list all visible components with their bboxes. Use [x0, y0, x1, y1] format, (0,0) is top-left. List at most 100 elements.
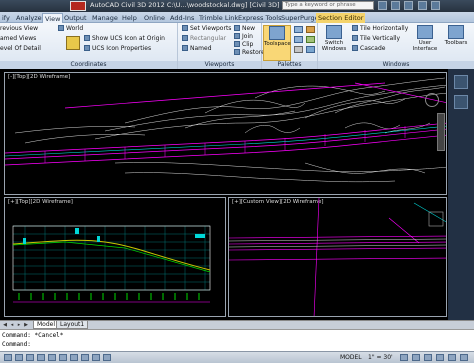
- ucs-axis-icon[interactable]: [66, 36, 80, 50]
- clean-screen-icon[interactable]: [460, 354, 468, 361]
- restore-viewport-button[interactable]: Restore: [234, 49, 265, 57]
- windows-group: Switch Windows Tile Horizontally Tile Ve…: [318, 23, 474, 69]
- tab-section-editor[interactable]: Section Editor: [316, 13, 366, 23]
- tab-express-tools[interactable]: Express Tools: [236, 13, 283, 23]
- tab-superpurge[interactable]: SuperPurge: [279, 13, 321, 23]
- profile-grid: [13, 225, 210, 291]
- custom-alignment-lines: [229, 198, 446, 316]
- star-icon[interactable]: [404, 1, 414, 10]
- last-tab-icon[interactable]: ▶: [23, 322, 29, 328]
- otrack-icon[interactable]: [59, 354, 67, 361]
- snap-icon[interactable]: [4, 354, 12, 361]
- grid-icon[interactable]: [15, 354, 23, 361]
- osnap-icon[interactable]: [48, 354, 56, 361]
- set-viewports-label: Set Viewports: [190, 25, 232, 32]
- custom-cyan-line: [413, 202, 446, 223]
- set-viewports-button[interactable]: Set Viewports: [182, 25, 231, 33]
- named-viewports-button[interactable]: Named: [182, 45, 212, 53]
- sheet-set-icon[interactable]: [306, 36, 315, 43]
- prev-tab-icon[interactable]: ◂: [9, 322, 15, 328]
- tab-add-ins[interactable]: Add-Ins: [168, 13, 196, 23]
- cascade-button[interactable]: Cascade: [352, 45, 385, 53]
- viewports-group: Set Viewports Rectangular Named New Join…: [178, 23, 265, 69]
- level-of-detail-button[interactable]: evel Of Detail: [0, 45, 41, 53]
- tile-horizontally-label: Tile Horizontally: [360, 25, 409, 32]
- first-tab-icon[interactable]: ◀: [2, 322, 8, 328]
- switch-windows-button[interactable]: Switch Windows: [320, 25, 348, 52]
- tab-help[interactable]: Help: [120, 13, 139, 23]
- tile-vertically-button[interactable]: Tile Vertically: [352, 35, 400, 43]
- new-viewport-button[interactable]: New: [234, 25, 255, 33]
- tab-modify[interactable]: ify: [0, 13, 12, 23]
- isolate-objects-icon[interactable]: [448, 354, 456, 361]
- tab-analyze[interactable]: Analyze: [14, 13, 44, 23]
- named-views-label: amed Views: [0, 35, 37, 42]
- annotation-visibility-icon[interactable]: [400, 354, 408, 361]
- minimize-icon[interactable]: [430, 1, 440, 10]
- title-bar: AutoCAD Civil 3D 2012 C:\U...\woodstocka…: [0, 0, 474, 12]
- panel-toggle-icon[interactable]: [454, 75, 468, 89]
- toolspace-icon: [269, 26, 285, 40]
- help-icon[interactable]: [417, 1, 427, 10]
- viewport-custom[interactable]: [+][Custom View][2D Wireframe]: [228, 197, 447, 317]
- toolbars-button[interactable]: Toolbars: [442, 25, 470, 46]
- clip-viewport-button[interactable]: Clip: [234, 41, 253, 49]
- lock-icon[interactable]: [424, 354, 432, 361]
- tab-manage[interactable]: Manage: [90, 13, 120, 23]
- subscription-icon[interactable]: [391, 1, 401, 10]
- plan-drawing: [5, 77, 446, 183]
- user-interface-label: User Interface: [412, 40, 438, 52]
- join-icon: [234, 33, 240, 39]
- show-ucs-icon-button[interactable]: Show UCS Icon at Origin: [84, 35, 165, 43]
- ortho-icon[interactable]: [26, 354, 34, 361]
- ucs-world-button[interactable]: World: [58, 25, 83, 33]
- annotation-scale[interactable]: 1" = 30': [368, 354, 393, 361]
- ucs-world-label: World: [66, 25, 84, 32]
- viewcube-icon[interactable]: [425, 93, 439, 107]
- next-tab-icon[interactable]: ▸: [16, 322, 22, 328]
- dyn-icon[interactable]: [81, 354, 89, 361]
- ucs-origin-icon: [84, 35, 90, 41]
- polar-icon[interactable]: [37, 354, 45, 361]
- command-line-icon[interactable]: [306, 46, 315, 53]
- restore-icon: [234, 49, 240, 55]
- panel-tool-icon[interactable]: [454, 95, 468, 109]
- command-prompt[interactable]: Command:: [2, 341, 31, 348]
- viewport-profile[interactable]: [+][Top][2D Wireframe]: [4, 197, 226, 317]
- design-center-icon[interactable]: [294, 36, 303, 43]
- tool-palettes-icon[interactable]: [306, 26, 315, 33]
- tab-online[interactable]: Online: [142, 13, 167, 23]
- toolspace-button[interactable]: Toolspace: [263, 25, 291, 61]
- join-label: Join: [242, 33, 253, 40]
- previous-view-button[interactable]: revious View: [0, 25, 38, 33]
- tab-trimble-link[interactable]: Trimble Link: [197, 13, 240, 23]
- properties-palette-icon[interactable]: [294, 26, 303, 33]
- app-menu-icon[interactable]: [70, 1, 86, 11]
- user-interface-button[interactable]: User Interface: [410, 25, 440, 52]
- tile-horizontally-button[interactable]: Tile Horizontally: [352, 25, 408, 33]
- rectangular-button[interactable]: Rectangular: [182, 35, 226, 43]
- custom-view-drawing: [229, 198, 446, 316]
- ucs-icon: [58, 25, 64, 31]
- transparency-icon[interactable]: [103, 354, 111, 361]
- ribbon-panel: revious View amed Views evel Of Detail W…: [0, 23, 474, 69]
- command-line[interactable]: Command: *Cancel* Command:: [0, 329, 474, 351]
- named-label: Named: [190, 45, 212, 52]
- viewport-plan-top[interactable]: [-][Top][2D Wireframe]: [4, 72, 447, 195]
- workspace-icon[interactable]: [412, 354, 420, 361]
- model-space-indicator[interactable]: MODEL: [340, 354, 362, 361]
- navigation-bar[interactable]: [437, 113, 445, 151]
- hardware-acceleration-icon[interactable]: [436, 354, 444, 361]
- markup-icon[interactable]: [294, 46, 303, 53]
- lineweight-icon[interactable]: [92, 354, 100, 361]
- ducs-icon[interactable]: [70, 354, 78, 361]
- tab-output[interactable]: Output: [62, 13, 89, 23]
- binoculars-icon[interactable]: [378, 1, 387, 10]
- join-viewport-button[interactable]: Join: [234, 33, 253, 41]
- search-input[interactable]: Type a keyword or phrase: [282, 1, 374, 10]
- tab-layout1[interactable]: Layout1: [56, 321, 89, 329]
- named-views-button[interactable]: amed Views: [0, 35, 36, 43]
- tab-view[interactable]: View: [42, 13, 64, 23]
- ucs-icon-properties-button[interactable]: UCS Icon Properties: [84, 45, 151, 53]
- coordinates-group: revious View amed Views evel Of Detail W…: [0, 23, 178, 69]
